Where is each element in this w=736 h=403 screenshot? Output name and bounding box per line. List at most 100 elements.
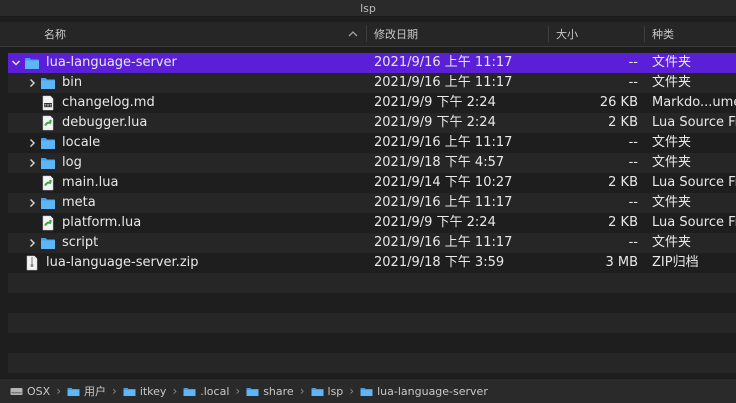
column-header-name-label: 名称 — [44, 28, 66, 41]
file-size: -- — [628, 195, 638, 210]
window-title: lsp — [360, 1, 376, 15]
column-header-name[interactable]: 名称 — [44, 22, 364, 46]
chevron-right-icon[interactable] — [26, 133, 38, 153]
breadcrumb-label: 用户 — [84, 385, 106, 398]
file-row[interactable]: debugger.lua 2021/9/9 下午 2:24 2 KB Lua Sour… — [8, 113, 736, 133]
empty-row — [8, 353, 736, 373]
folder-icon — [246, 386, 259, 397]
chevron-right-icon[interactable] — [26, 153, 38, 173]
column-header-size-label: 大小 — [556, 28, 578, 41]
file-size: -- — [628, 155, 638, 170]
file-date: 2021/9/9 下午 2:24 — [374, 95, 496, 110]
chevron-right-icon[interactable] — [26, 73, 38, 93]
file-kind: Markdo...ument — [652, 95, 736, 110]
column-header-kind[interactable]: 种类 — [652, 22, 736, 46]
path-bar: OSX › 用户 › itkey › .local › share › lsp › lua-langua… — [0, 378, 736, 403]
breadcrumb-separator-icon: › — [112, 384, 117, 398]
file-kind: 文件夹 — [652, 235, 692, 250]
breadcrumb-separator-icon: › — [349, 384, 355, 398]
breadcrumb-label: .local — [200, 384, 230, 398]
file-date: 2021/9/16 上午 11:17 — [374, 75, 513, 90]
file-row[interactable]: bin 2021/9/16 上午 11:17 -- 文件夹 — [8, 73, 736, 93]
breadcrumb-separator-icon: › — [299, 384, 305, 398]
file-kind: 文件夹 — [652, 155, 692, 170]
file-name: log — [62, 155, 82, 170]
file-kind: Lua Source File — [652, 215, 736, 230]
file-date: 2021/9/16 上午 11:17 — [374, 135, 513, 150]
breadcrumb-separator-icon: › — [235, 384, 241, 398]
breadcrumb-label: lua-language-server — [377, 384, 488, 398]
chevron-right-icon[interactable] — [26, 233, 38, 253]
file-kind: 文件夹 — [652, 135, 692, 150]
zip-file-icon — [24, 255, 40, 271]
file-name: locale — [62, 135, 101, 150]
lua-file-icon — [40, 175, 56, 191]
sort-ascending-icon[interactable] — [348, 27, 360, 41]
file-name: meta — [62, 195, 96, 210]
hard-drive-icon — [10, 386, 23, 397]
file-kind: 文件夹 — [652, 55, 692, 70]
svg-text:TXT: TXT — [44, 103, 53, 107]
file-date: 2021/9/9 下午 2:24 — [374, 115, 496, 130]
folder-icon — [40, 235, 56, 251]
breadcrumb-label: share — [263, 384, 294, 398]
breadcrumb-separator-icon: › — [172, 384, 178, 398]
file-row[interactable]: lua-language-server.zip 2021/9/18 下午 3:59… — [8, 253, 736, 273]
file-size: -- — [628, 75, 638, 90]
file-row[interactable]: TXT changelog.md 2021/9/9 下午 2:24 26 KB Mark… — [8, 93, 736, 113]
file-size: -- — [628, 55, 638, 70]
file-kind: Lua Source File — [652, 115, 736, 130]
breadcrumb-item[interactable]: .local — [183, 385, 229, 398]
file-name: changelog.md — [62, 95, 155, 110]
chevron-right-icon[interactable] — [26, 193, 38, 213]
file-row[interactable]: log 2021/9/18 下午 4:57 -- 文件夹 — [8, 153, 736, 173]
file-date: 2021/9/16 上午 11:17 — [374, 55, 513, 70]
folder-icon — [40, 195, 56, 211]
chevron-down-icon[interactable] — [10, 53, 22, 73]
folder-icon — [123, 386, 136, 397]
file-date: 2021/9/9 下午 2:24 — [374, 215, 496, 230]
column-divider[interactable] — [366, 26, 367, 42]
file-row[interactable]: meta 2021/9/16 上午 11:17 -- 文件夹 — [8, 193, 736, 213]
breadcrumb-item[interactable]: lsp — [311, 385, 343, 398]
folder-icon — [183, 386, 196, 397]
file-size: -- — [628, 235, 638, 250]
file-size: -- — [628, 135, 638, 150]
breadcrumb-item[interactable]: 用户 — [67, 383, 106, 399]
file-size: 3 MB — [605, 255, 638, 270]
empty-row — [8, 273, 736, 293]
column-header-size[interactable]: 大小 — [556, 22, 636, 46]
breadcrumb-item[interactable]: OSX — [10, 385, 50, 398]
breadcrumb-label: itkey — [139, 384, 167, 398]
file-date: 2021/9/16 上午 11:17 — [374, 195, 513, 210]
file-size: 2 KB — [608, 115, 638, 130]
column-divider[interactable] — [548, 26, 549, 42]
file-name: main.lua — [62, 175, 119, 190]
folder-icon — [24, 55, 40, 71]
file-row[interactable]: platform.lua 2021/9/9 下午 2:24 2 KB Lua Sour… — [8, 213, 736, 233]
column-header-date-label: 修改日期 — [374, 28, 418, 41]
file-kind: 文件夹 — [652, 75, 692, 90]
text-file-icon: TXT — [40, 95, 56, 111]
column-header-date[interactable]: 修改日期 — [374, 22, 544, 46]
breadcrumb-item[interactable]: lua-language-server — [360, 385, 488, 398]
file-name: bin — [62, 75, 83, 90]
breadcrumb-item[interactable]: share — [246, 385, 294, 398]
file-row[interactable]: script 2021/9/16 上午 11:17 -- 文件夹 — [8, 233, 736, 253]
title-bar: lsp — [0, 0, 736, 17]
breadcrumb-item[interactable]: itkey — [123, 384, 167, 398]
file-row[interactable]: locale 2021/9/16 上午 11:17 -- 文件夹 — [8, 133, 736, 153]
file-name: lua-language-server — [46, 55, 177, 70]
file-kind: 文件夹 — [652, 195, 692, 210]
file-name: lua-language-server.zip — [46, 255, 199, 270]
folder-icon — [40, 135, 56, 151]
file-row[interactable]: lua-language-server 2021/9/16 上午 11:17 -- 文… — [8, 53, 736, 73]
folder-icon — [311, 386, 324, 397]
column-divider[interactable] — [644, 26, 645, 42]
file-name: script — [62, 235, 99, 250]
file-size: 2 KB — [608, 175, 638, 190]
file-row[interactable]: main.lua 2021/9/14 下午 10:27 2 KB Lua Source… — [8, 173, 736, 193]
file-kind: ZIP归档 — [652, 255, 699, 270]
folder-icon — [40, 75, 56, 91]
folder-icon — [67, 386, 80, 397]
